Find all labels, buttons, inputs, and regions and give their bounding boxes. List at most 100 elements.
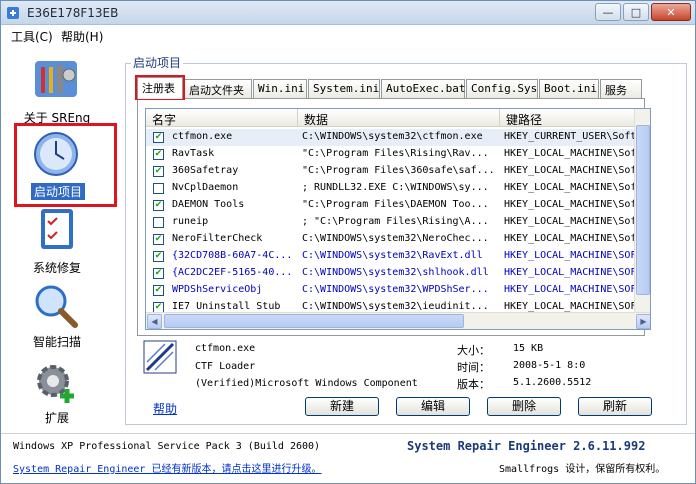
main-window: E36E178F13EB — □ ✕ 工具(C) 帮助(H) 关于 SREng … — [0, 0, 696, 484]
nav-repair-label: 系统修复 — [32, 261, 81, 275]
os-info: Windows XP Professional Service Pack 3 (… — [13, 441, 321, 452]
row-checkbox[interactable]: ✔ — [153, 285, 164, 296]
row-name: {32CD708B-60A7-4C... — [172, 250, 293, 261]
refresh-button[interactable]: 刷新 — [578, 397, 652, 416]
detail-time: 2008-5-1 8:0 — [513, 360, 586, 371]
detail-size-label: 大小： — [457, 344, 490, 357]
detail-version-label: 版本： — [457, 378, 490, 391]
table-row[interactable]: ✔ DAEMON Tools "C:\Program Files\DAEMON To… — [146, 197, 636, 214]
table-row[interactable]: ✔ {AC2DC2EF-5165-40... C:\WINDOWS\system32… — [146, 265, 636, 282]
tab-autoexec[interactable]: AutoExec.bat — [381, 79, 465, 98]
column-data[interactable]: 数据 — [298, 109, 500, 127]
scroll-right-arrow[interactable]: ▶ — [636, 314, 650, 329]
row-data: C:\WINDOWS\system32\WPDShSer... — [302, 284, 489, 295]
list-header: 名字 数据 键路径 — [146, 109, 650, 127]
startup-list[interactable]: 名字 数据 键路径 ✔ ctfmon.exe C:\WINDOWS\system32… — [145, 108, 651, 330]
vertical-scroll-thumb[interactable] — [636, 125, 650, 295]
menu-bar: 工具(C) 帮助(H) — [1, 25, 695, 45]
row-keypath: HKEY_LOCAL_MACHINE\Sof — [504, 182, 636, 193]
brand-text: System Repair Engineer 2.6.11.992 — [407, 439, 646, 453]
checklist-icon — [41, 209, 73, 249]
minimize-button[interactable]: — — [595, 3, 621, 21]
row-checkbox[interactable] — [153, 183, 164, 194]
row-checkbox[interactable]: ✔ — [153, 166, 164, 177]
tab-boot-ini[interactable]: Boot.ini — [539, 79, 599, 98]
row-checkbox[interactable]: ✔ — [153, 234, 164, 245]
detail-version: 5.1.2600.5512 — [513, 377, 592, 388]
horizontal-scroll-thumb[interactable] — [164, 314, 464, 328]
column-name[interactable]: 名字 — [146, 109, 298, 127]
row-name: RavTask — [172, 148, 215, 159]
table-row[interactable]: ✔ {32CD708B-60A7-4C... C:\WINDOWS\system32… — [146, 248, 636, 265]
table-row[interactable]: ✔ NeroFilterCheck C:\WINDOWS\system32\Nero… — [146, 231, 636, 248]
row-keypath: HKEY_CURRENT_USER\Soft — [504, 131, 636, 142]
detail-time-label: 时间： — [457, 361, 490, 374]
edit-button[interactable]: 编辑 — [396, 397, 470, 416]
close-icon: ✕ — [666, 5, 676, 19]
row-checkbox[interactable] — [153, 217, 164, 228]
row-data: C:\WINDOWS\system32\shlhook.dll — [302, 267, 489, 278]
detail-company: (Verified)Microsoft Windows Component — [195, 378, 418, 389]
row-data: "C:\Program Files\Rising\Rav... — [302, 148, 489, 159]
row-data: C:\WINDOWS\system32\ieudinit... — [302, 301, 489, 312]
tab-win-ini[interactable]: Win.ini — [253, 79, 307, 98]
new-button[interactable]: 新建 — [305, 397, 379, 416]
tab-registry[interactable]: 注册表 — [137, 77, 183, 99]
scroll-left-arrow[interactable]: ◀ — [147, 314, 162, 329]
row-name: {AC2DC2EF-5165-40... — [172, 267, 293, 278]
row-keypath: HKEY_LOCAL_MACHINE\Sof — [504, 216, 636, 227]
row-keypath: HKEY_LOCAL_MACHINE\SOF — [504, 267, 636, 278]
row-data: C:\WINDOWS\system32\ctfmon.exe — [302, 131, 483, 142]
table-row[interactable]: ✔ 360Safetray "C:\Program Files\360safe\sa… — [146, 163, 636, 180]
update-link[interactable]: System Repair Engineer 已经有新版本，请点击这里进行升级。 — [13, 460, 321, 475]
row-data: ; "C:\Program Files\Rising\A... — [302, 216, 489, 227]
table-row[interactable]: ✔ WPDShServiceObj C:\WINDOWS\system32\WPDS… — [146, 282, 636, 299]
title-bar[interactable]: E36E178F13EB — □ ✕ — [1, 1, 695, 25]
tab-system-ini[interactable]: System.ini — [308, 79, 380, 98]
table-row[interactable]: ✔ ctfmon.exe C:\WINDOWS\system32\ctfmon.ex… — [146, 129, 636, 146]
row-keypath: HKEY_LOCAL_MACHINE\SOF — [504, 284, 636, 295]
row-name: runeip — [172, 216, 209, 227]
tab-startup-folder[interactable]: 启动文件夹 — [184, 79, 252, 98]
row-name: ctfmon.exe — [172, 131, 233, 142]
row-name: WPDShServiceObj — [172, 284, 263, 295]
menu-tools[interactable]: 工具(C) — [11, 28, 53, 45]
delete-button[interactable]: 删除 — [487, 397, 561, 416]
table-row[interactable]: ✔ RavTask "C:\Program Files\Rising\Rav... H… — [146, 146, 636, 163]
table-row[interactable]: NvCplDaemon ; RUNDLL32.EXE C:\WINDOWS\sy.… — [146, 180, 636, 197]
row-keypath: HKEY_LOCAL_MACHINE\SOF — [504, 250, 636, 261]
row-keypath: HKEY_LOCAL_MACHINE\Sof — [504, 233, 636, 244]
row-name: 360Safetray — [172, 165, 239, 176]
app-icon — [7, 7, 19, 19]
row-checkbox[interactable]: ✔ — [153, 268, 164, 279]
menu-help[interactable]: 帮助(H) — [61, 28, 103, 45]
detail-description: CTF Loader — [195, 361, 256, 372]
column-keypath[interactable]: 键路径 — [500, 109, 650, 127]
nav-extend-label: 扩展 — [44, 411, 69, 425]
help-link[interactable]: 帮助 — [153, 400, 177, 417]
detail-name: ctfmon.exe — [195, 343, 256, 354]
tab-services[interactable]: 服务 — [600, 79, 642, 98]
row-keypath: HKEY_LOCAL_MACHINE\Sof — [504, 199, 636, 210]
row-keypath: HKEY_LOCAL_MACHINE\Sof — [504, 165, 636, 176]
nav-scan-label: 智能扫描 — [32, 335, 81, 349]
tab-config-sys[interactable]: Config.Sys — [466, 79, 538, 98]
row-data: ; RUNDLL32.EXE C:\WINDOWS\sy... — [302, 182, 489, 193]
horizontal-scrollbar[interactable]: ◀ ▶ — [146, 312, 650, 329]
file-icon — [143, 340, 177, 374]
gear-plus-icon — [37, 365, 74, 403]
row-checkbox[interactable]: ✔ — [153, 149, 164, 160]
vertical-scrollbar[interactable] — [634, 109, 650, 314]
row-checkbox[interactable]: ✔ — [153, 132, 164, 143]
row-data: C:\WINDOWS\system32\RavExt.dll — [302, 250, 483, 261]
row-data: C:\WINDOWS\system32\NeroChec... — [302, 233, 489, 244]
copyright-text: Smallfrogs 设计，保留所有权利。 — [499, 464, 666, 475]
close-button[interactable]: ✕ — [651, 3, 691, 21]
row-checkbox[interactable]: ✔ — [153, 251, 164, 262]
group-title: 启动项目 — [131, 54, 184, 71]
row-keypath: HKEY_LOCAL_MACHINE\SOF — [504, 301, 636, 312]
row-checkbox[interactable]: ✔ — [153, 200, 164, 211]
maximize-button[interactable]: □ — [623, 3, 649, 21]
tools-icon — [35, 61, 77, 97]
table-row[interactable]: runeip ; "C:\Program Files\Rising\A... HKE… — [146, 214, 636, 231]
